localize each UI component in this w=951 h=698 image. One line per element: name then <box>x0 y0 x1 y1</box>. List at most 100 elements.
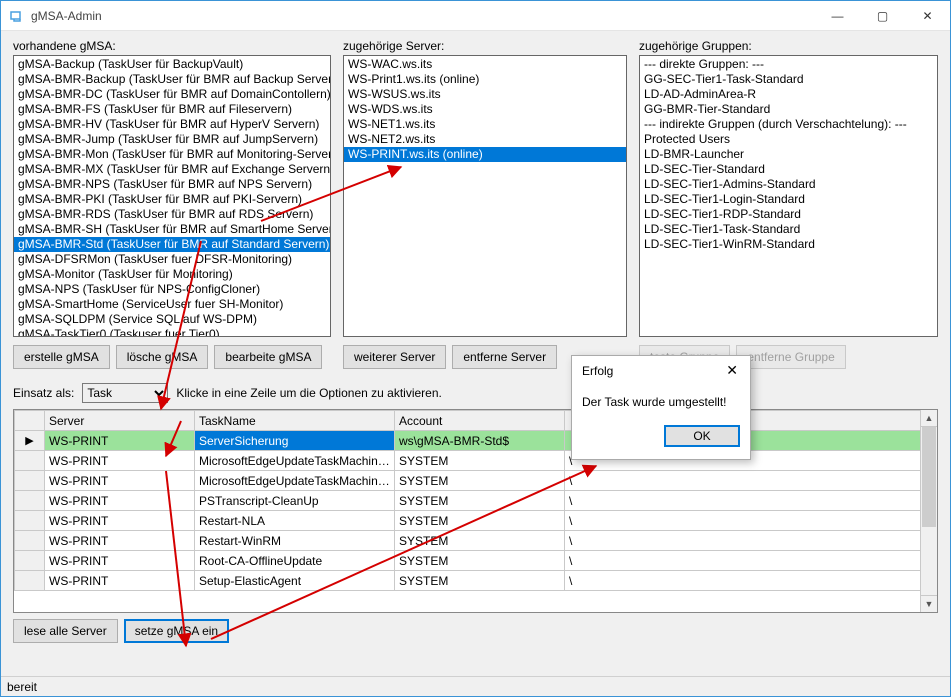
list-item[interactable]: WS-WSUS.ws.its <box>344 87 626 102</box>
list-item[interactable]: GG-SEC-Tier1-Task-Standard <box>640 72 937 87</box>
list-item[interactable]: gMSA-BMR-MX (TaskUser für BMR auf Exchan… <box>14 162 330 177</box>
gmsa-listbox[interactable]: gMSA-Backup (TaskUser für BackupVault)gM… <box>13 55 331 337</box>
list-item[interactable]: WS-WDS.ws.its <box>344 102 626 117</box>
list-item[interactable]: gMSA-BMR-RDS (TaskUser für BMR auf RDS S… <box>14 207 330 222</box>
dialog-ok-button[interactable]: OK <box>664 425 740 447</box>
group-listbox[interactable]: --- direkte Gruppen: --- GG-SEC-Tier1-Ta… <box>639 55 938 337</box>
list-item[interactable]: WS-WAC.ws.its <box>344 57 626 72</box>
cell[interactable]: Setup-ElasticAgent <box>195 571 395 591</box>
cell[interactable]: WS-PRINT <box>45 451 195 471</box>
list-item[interactable]: LD-SEC-Tier1-WinRM-Standard <box>640 237 937 252</box>
cell[interactable]: SYSTEM <box>395 551 565 571</box>
cell[interactable]: WS-PRINT <box>45 431 195 451</box>
list-item[interactable]: WS-NET2.ws.its <box>344 132 626 147</box>
cell[interactable]: SYSTEM <box>395 451 565 471</box>
list-item[interactable]: GG-BMR-Tier-Standard <box>640 102 937 117</box>
setze-gmsa-ein-button[interactable]: setze gMSA ein <box>124 619 229 643</box>
entferne-server-button[interactable]: entferne Server <box>452 345 557 369</box>
list-item[interactable]: Protected Users <box>640 132 937 147</box>
col-account[interactable]: Account <box>395 411 565 431</box>
list-item[interactable]: gMSA-BMR-HV (TaskUser für BMR auf HyperV… <box>14 117 330 132</box>
bearbeite-gmsa-button[interactable]: bearbeite gMSA <box>214 345 322 369</box>
col-server[interactable]: Server <box>45 411 195 431</box>
cell[interactable]: SYSTEM <box>395 531 565 551</box>
scroll-down-icon[interactable]: ▼ <box>921 595 937 612</box>
scroll-up-icon[interactable]: ▲ <box>921 410 937 427</box>
table-row[interactable]: WS-PRINTSetup-ElasticAgentSYSTEM\ <box>15 571 937 591</box>
close-button[interactable]: ✕ <box>905 1 950 30</box>
cell[interactable]: WS-PRINT <box>45 471 195 491</box>
list-item[interactable]: gMSA-NPS (TaskUser für NPS-ConfigCloner) <box>14 282 330 297</box>
list-item[interactable]: gMSA-BMR-Mon (TaskUser für BMR auf Monit… <box>14 147 330 162</box>
cell[interactable]: \ <box>565 551 937 571</box>
server-listbox[interactable]: WS-WAC.ws.itsWS-Print1.ws.its (online)WS… <box>343 55 627 337</box>
list-item[interactable]: LD-AD-AdminArea-R <box>640 87 937 102</box>
list-item[interactable]: LD-BMR-Launcher <box>640 147 937 162</box>
list-item[interactable]: LD-SEC-Tier1-Login-Standard <box>640 192 937 207</box>
loesche-gmsa-button[interactable]: lösche gMSA <box>116 345 209 369</box>
cell[interactable]: SYSTEM <box>395 571 565 591</box>
list-item[interactable]: gMSA-Monitor (TaskUser für Monitoring) <box>14 267 330 282</box>
list-item[interactable]: gMSA-Backup (TaskUser für BackupVault) <box>14 57 330 72</box>
cell[interactable]: MicrosoftEdgeUpdateTaskMachineUA... <box>195 471 395 491</box>
table-row[interactable]: WS-PRINTRoot-CA-OfflineUpdateSYSTEM\ <box>15 551 937 571</box>
cell[interactable]: PSTranscript-CleanUp <box>195 491 395 511</box>
list-item[interactable]: gMSA-SmartHome (ServiceUser fuer SH-Moni… <box>14 297 330 312</box>
list-item[interactable]: LD-SEC-Tier1-Admins-Standard <box>640 177 937 192</box>
list-item[interactable]: gMSA-BMR-Backup (TaskUser für BMR auf Ba… <box>14 72 330 87</box>
list-item[interactable]: gMSA-BMR-PKI (TaskUser für BMR auf PKI-S… <box>14 192 330 207</box>
cell[interactable]: WS-PRINT <box>45 531 195 551</box>
table-row[interactable]: ▶WS-PRINTServerSicherungws\gMSA-BMR-Std$ <box>15 431 937 451</box>
list-item[interactable]: gMSA-BMR-SH (TaskUser für BMR auf SmartH… <box>14 222 330 237</box>
cell[interactable]: \ <box>565 511 937 531</box>
list-item[interactable]: LD-SEC-Tier-Standard <box>640 162 937 177</box>
einsatz-select[interactable]: Task <box>82 383 168 403</box>
list-item[interactable]: gMSA-BMR-FS (TaskUser für BMR auf Filese… <box>14 102 330 117</box>
table-row[interactable]: WS-PRINTRestart-NLASYSTEM\ <box>15 511 937 531</box>
table-row[interactable]: WS-PRINTPSTranscript-CleanUpSYSTEM\ <box>15 491 937 511</box>
cell[interactable]: WS-PRINT <box>45 551 195 571</box>
entferne-gruppe-button[interactable]: entferne Gruppe <box>736 345 845 369</box>
cell[interactable]: WS-PRINT <box>45 491 195 511</box>
grid-vscrollbar[interactable]: ▲ ▼ <box>920 410 937 612</box>
maximize-button[interactable]: ▢ <box>860 1 905 30</box>
list-item[interactable]: LD-SEC-Tier1-Task-Standard <box>640 222 937 237</box>
list-item[interactable]: gMSA-BMR-DC (TaskUser für BMR auf Domain… <box>14 87 330 102</box>
cell[interactable]: \ <box>565 531 937 551</box>
cell[interactable]: \ <box>565 491 937 511</box>
cell[interactable]: Restart-NLA <box>195 511 395 531</box>
weiterer-server-button[interactable]: weiterer Server <box>343 345 446 369</box>
lese-alle-server-button[interactable]: lese alle Server <box>13 619 118 643</box>
list-item[interactable]: gMSA-BMR-Jump (TaskUser für BMR auf Jump… <box>14 132 330 147</box>
cell[interactable]: ServerSicherung <box>195 431 395 451</box>
col-taskname[interactable]: TaskName <box>195 411 395 431</box>
table-row[interactable]: WS-PRINTMicrosoftEdgeUpdateTaskMachineUA… <box>15 471 937 491</box>
cell[interactable]: SYSTEM <box>395 471 565 491</box>
list-item[interactable]: gMSA-SQLDPM (Service SQL auf WS-DPM) <box>14 312 330 327</box>
minimize-button[interactable]: — <box>815 1 860 30</box>
cell[interactable]: \ <box>565 471 937 491</box>
list-item[interactable]: WS-NET1.ws.its <box>344 117 626 132</box>
list-item[interactable]: WS-Print1.ws.its (online) <box>344 72 626 87</box>
table-row[interactable]: WS-PRINTMicrosoftEdgeUpdateTaskMachineCo… <box>15 451 937 471</box>
list-item[interactable]: gMSA-TaskTier0 (Taskuser fuer Tier0) <box>14 327 330 337</box>
cell[interactable]: \ <box>565 571 937 591</box>
task-grid[interactable]: Server TaskName Account ▶WS-PRINTServerS… <box>13 409 938 613</box>
cell[interactable]: WS-PRINT <box>45 511 195 531</box>
list-item[interactable]: --- direkte Gruppen: --- <box>640 57 937 72</box>
dialog-close-icon[interactable]: ✕ <box>722 362 742 379</box>
list-item[interactable]: gMSA-DFSRMon (TaskUser fuer DFSR-Monitor… <box>14 252 330 267</box>
cell[interactable]: ws\gMSA-BMR-Std$ <box>395 431 565 451</box>
cell[interactable]: MicrosoftEdgeUpdateTaskMachineCo... <box>195 451 395 471</box>
cell[interactable]: SYSTEM <box>395 511 565 531</box>
list-item[interactable]: --- indirekte Gruppen (durch Verschachte… <box>640 117 937 132</box>
cell[interactable]: SYSTEM <box>395 491 565 511</box>
table-row[interactable]: WS-PRINTRestart-WinRMSYSTEM\ <box>15 531 937 551</box>
list-item[interactable]: LD-SEC-Tier1-RDP-Standard <box>640 207 937 222</box>
cell[interactable]: Root-CA-OfflineUpdate <box>195 551 395 571</box>
erstelle-gmsa-button[interactable]: erstelle gMSA <box>13 345 110 369</box>
list-item[interactable]: gMSA-BMR-Std (TaskUser für BMR auf Stand… <box>14 237 330 252</box>
list-item[interactable]: WS-PRINT.ws.its (online) <box>344 147 626 162</box>
cell[interactable]: WS-PRINT <box>45 571 195 591</box>
cell[interactable]: Restart-WinRM <box>195 531 395 551</box>
